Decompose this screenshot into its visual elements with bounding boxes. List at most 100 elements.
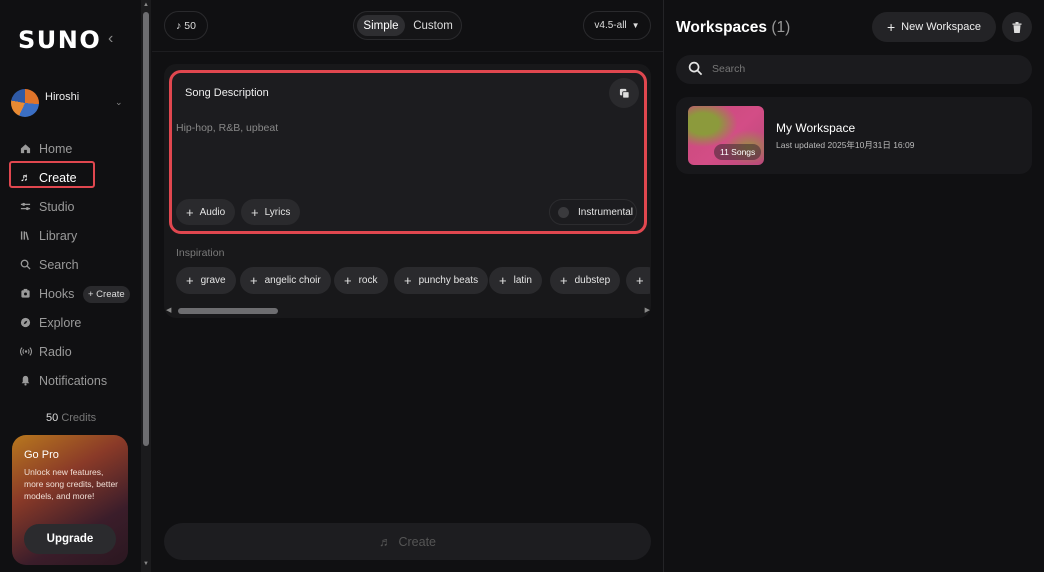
add-lyrics-label: Lyrics <box>264 206 291 218</box>
sidebar-scrollbar[interactable]: ▲ ▼ <box>141 0 151 572</box>
sidebar-item-hooks[interactable]: Hooks + Create <box>0 279 140 308</box>
notes-count: 50 <box>184 19 196 32</box>
sidebar-item-notifications[interactable]: Notifications <box>0 366 140 395</box>
sidebar-item-label: Explore <box>39 315 82 330</box>
sidebar-item-explore[interactable]: Explore <box>0 308 140 337</box>
workspaces-title-label: Workspaces <box>676 19 768 36</box>
song-description-box[interactable]: Song Description Hip-hop, R&B, upbeat + … <box>169 70 647 234</box>
music-note-icon: ♬ <box>378 534 392 549</box>
workspaces-title: Workspaces (1) <box>676 19 790 37</box>
workspace-card[interactable]: 11 Songs My Workspace Last updated 2025年… <box>676 97 1032 174</box>
search-icon <box>688 61 703 76</box>
plus-icon: + <box>560 273 568 288</box>
add-audio-button[interactable]: + Audio <box>176 199 236 225</box>
sliders-icon <box>19 200 32 213</box>
inspiration-scrollbar[interactable]: ◀ ▶ <box>166 306 650 316</box>
scroll-thumb[interactable] <box>178 308 278 314</box>
plus-icon: + <box>251 204 259 220</box>
create-song-button[interactable]: ♬ Create <box>164 523 651 560</box>
plus-icon: + <box>499 273 507 288</box>
sidebar-item-label: Search <box>39 257 79 272</box>
mode-toggle: Simple Custom <box>353 11 462 40</box>
sidebar-item-studio[interactable]: Studio <box>0 192 140 221</box>
sidebar-item-label: Notifications <box>39 373 108 388</box>
instrumental-toggle[interactable]: Instrumental <box>549 199 637 225</box>
scroll-thumb[interactable] <box>143 12 149 446</box>
sidebar: SUNO ‹ Hiroshi ⌄ Home ♬ Create Studio Li <box>0 0 140 572</box>
new-workspace-label: New Workspace <box>901 21 982 33</box>
user-name: Hiroshi <box>45 91 80 103</box>
sidebar-item-label: Home <box>39 141 73 156</box>
inspiration-tags: + grave + angelic choir + rock + punchy beat… <box>176 267 650 295</box>
add-audio-label: Audio <box>199 206 226 218</box>
create-highlight <box>9 161 95 188</box>
home-icon <box>19 142 32 155</box>
workspace-search[interactable]: Search <box>676 55 1032 84</box>
inspiration-tag[interactable]: + dubstep <box>550 267 621 294</box>
inspiration-tag-label: grave <box>200 275 226 286</box>
song-description-label: Song Description <box>185 87 269 99</box>
plus-icon: + <box>886 19 896 35</box>
upgrade-button[interactable]: Upgrade <box>24 524 116 554</box>
music-note-icon: ♪ <box>176 19 182 32</box>
workspace-name: My Workspace <box>776 121 856 135</box>
plus-icon: + <box>344 273 352 288</box>
scroll-right-arrow-icon[interactable]: ▶ <box>645 306 650 314</box>
inspiration-tag[interactable]: + punchy beats <box>394 267 489 294</box>
scroll-down-arrow-icon[interactable]: ▼ <box>143 561 149 567</box>
sidebar-item-search[interactable]: Search <box>0 250 140 279</box>
dice-icon[interactable] <box>609 78 639 108</box>
sidebar-item-home[interactable]: Home <box>0 134 140 163</box>
create-panel: ♪ 50 Simple Custom v4.5-all ▼ Song Descr… <box>152 0 663 572</box>
sidebar-item-library[interactable]: Library <box>0 221 140 250</box>
scroll-up-arrow-icon[interactable]: ▲ <box>143 2 149 8</box>
hooks-create-button[interactable]: + Create <box>83 286 130 303</box>
inspiration-tag[interactable]: + angelic choir <box>240 267 331 294</box>
workspace-updated: Last updated 2025年10月31日 16:09 <box>776 140 915 150</box>
trash-button[interactable] <box>1002 12 1032 42</box>
song-description-input[interactable]: Hip-hop, R&B, upbeat <box>176 122 278 134</box>
user-menu[interactable]: Hiroshi ⌄ <box>11 89 131 117</box>
add-lyrics-button[interactable]: + Lyrics <box>241 199 301 225</box>
sidebar-item-label: Studio <box>39 199 75 214</box>
instrumental-label: Instrumental <box>578 206 634 218</box>
sidebar-item-label: Hooks <box>39 286 75 301</box>
workspace-thumbnail: 11 Songs <box>688 106 764 165</box>
inspiration-tag[interactable]: + latin <box>489 267 542 294</box>
workspaces-count: (1) <box>771 19 791 36</box>
inspiration-tag-label: rock <box>358 275 378 286</box>
avatar <box>11 89 39 117</box>
inspiration-tag[interactable]: + grave <box>176 267 236 294</box>
go-pro-title: Go Pro <box>24 449 59 461</box>
plus-icon: + <box>186 204 194 220</box>
plus-icon: + <box>636 273 644 288</box>
create-song-label: Create <box>398 534 437 549</box>
compass-icon <box>19 316 32 329</box>
plus-icon: + <box>250 273 258 288</box>
new-workspace-button[interactable]: + New Workspace <box>872 12 996 42</box>
custom-mode-button[interactable]: Custom <box>408 15 458 36</box>
sidebar-item-label: Radio <box>39 344 72 359</box>
inspiration-tag[interactable]: + <box>626 267 650 294</box>
chevron-down-icon: ⌄ <box>115 97 123 107</box>
simple-mode-button[interactable]: Simple <box>357 15 405 36</box>
toggle-dot-icon <box>558 207 569 218</box>
bell-icon <box>19 374 32 387</box>
search-icon <box>19 258 32 271</box>
search-input[interactable]: Search <box>712 63 745 75</box>
collapse-sidebar-icon[interactable]: ‹ <box>108 30 113 48</box>
inspiration-tag-label: angelic choir <box>264 275 321 286</box>
go-pro-card: Go Pro Unlock new features, more song cr… <box>12 435 128 565</box>
credits-amount: 50 <box>46 412 59 424</box>
model-version-select[interactable]: v4.5-all ▼ <box>583 11 651 40</box>
go-pro-text: Unlock new features, more song credits, … <box>24 467 119 501</box>
inspiration-tag-label: latin <box>513 275 532 286</box>
inspiration-tag[interactable]: + rock <box>334 267 388 294</box>
workspaces-panel: Workspaces (1) + New Workspace Search 11… <box>664 0 1044 572</box>
scroll-left-arrow-icon[interactable]: ◀ <box>166 306 171 314</box>
credits-label: Credits <box>61 412 97 424</box>
notes-count-pill[interactable]: ♪ 50 <box>164 11 208 40</box>
suno-logo[interactable]: SUNO <box>18 26 101 54</box>
radio-icon <box>19 345 32 358</box>
sidebar-item-radio[interactable]: Radio <box>0 337 140 366</box>
